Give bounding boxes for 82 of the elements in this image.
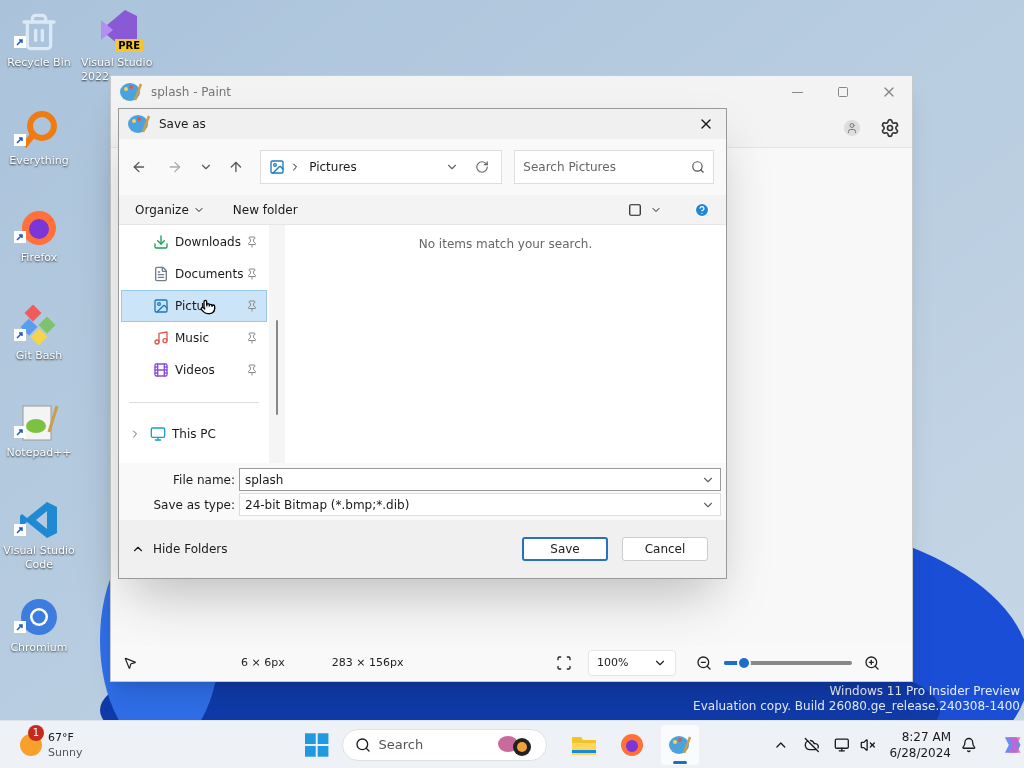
shortcut-arrow-icon <box>14 133 26 146</box>
navigation-item[interactable]: Videos <box>121 354 267 386</box>
notification-bell-icon[interactable] <box>961 736 977 753</box>
search-icon <box>354 736 371 753</box>
download-icon <box>153 234 169 250</box>
dialog-button[interactable]: Save <box>522 537 608 561</box>
weather-temperature[interactable]: 67°F <box>48 729 83 745</box>
navigation-item[interactable]: Documents <box>121 258 267 290</box>
this-pc-item[interactable]: This PC <box>119 419 269 449</box>
picture-icon <box>269 159 286 175</box>
zoom-slider[interactable] <box>724 656 852 670</box>
start-button-icon[interactable] <box>305 732 329 757</box>
file-name-label: File name: <box>172 471 236 489</box>
pin-icon <box>246 332 258 344</box>
view-icon[interactable] <box>628 202 642 217</box>
paint-palette-icon <box>119 80 143 104</box>
window-title: splash - Paint <box>151 84 232 101</box>
monitor-icon <box>150 426 166 442</box>
code-editor-icon <box>19 499 59 540</box>
pointer-icon <box>123 656 137 670</box>
active-indicator <box>673 760 687 764</box>
dialog-button[interactable]: Cancel <box>622 537 708 561</box>
hide-folders-button[interactable]: Hide Folders <box>131 540 228 558</box>
shortcut-arrow-icon <box>14 36 26 48</box>
file-type-dropdown[interactable]: 24-bit Bitmap (*.bmp;*.dib) <box>239 493 721 516</box>
cloud-off-icon[interactable] <box>803 736 820 753</box>
document-icon <box>153 266 169 282</box>
clock-date[interactable]: 6/28/2024 <box>889 744 951 761</box>
navigation-item[interactable]: Downloads <box>121 226 267 258</box>
shortcut-arrow-icon <box>14 426 26 438</box>
empty-message: No items match your search. <box>418 236 593 251</box>
pin-icon <box>246 364 258 376</box>
shortcut-arrow-icon <box>14 523 26 536</box>
weather-condition[interactable]: Sunny <box>48 744 83 760</box>
picture-icon <box>153 298 169 314</box>
canvas-size: 283 × 156px <box>331 654 404 671</box>
dialog-title: Save as <box>159 116 206 133</box>
fit-to-window-icon[interactable] <box>556 655 572 671</box>
selection-size: 6 × 6px <box>241 654 285 671</box>
film-icon <box>153 362 169 378</box>
back-icon[interactable] <box>131 159 147 175</box>
taskbar-search-input[interactable]: Search <box>378 734 469 755</box>
new-folder-button[interactable]: New folder <box>232 200 298 219</box>
account-icon[interactable] <box>844 119 860 136</box>
zoom-out-icon[interactable] <box>696 655 712 671</box>
taskbar-app-button[interactable] <box>661 724 699 765</box>
address-text: Pictures <box>309 159 357 176</box>
search-input[interactable]: Search Pictures <box>523 158 691 176</box>
pin-icon <box>246 268 258 280</box>
pin-icon <box>246 300 258 312</box>
firefox-icon <box>620 732 644 757</box>
minimize-icon <box>791 91 803 93</box>
pre-badge: PRE <box>115 39 143 52</box>
notification-badge: 1 <box>28 724 44 741</box>
file-name-field[interactable]: splash <box>239 468 721 491</box>
notepad-icon <box>19 402 59 442</box>
slider-thumb[interactable] <box>737 656 752 670</box>
organize-button[interactable]: Organize <box>135 200 205 219</box>
save-as-type-label: Save as type: <box>152 496 236 514</box>
maximize-icon <box>837 86 849 98</box>
search-icon <box>691 160 705 174</box>
refresh-icon[interactable] <box>475 160 490 174</box>
paint-palette-icon <box>127 112 151 136</box>
chromium-icon <box>19 597 59 637</box>
speaker-muted-icon[interactable] <box>859 736 876 753</box>
watermark-text: Windows 11 Pro Insider Preview Evaluation copy. Build 26080.ge_release.240308-1400 <box>693 684 1020 714</box>
zoom-in-icon[interactable] <box>864 655 880 671</box>
shortcut-arrow-icon <box>14 328 26 341</box>
navigation-item[interactable]: Music <box>121 322 267 354</box>
help-icon[interactable] <box>694 201 710 218</box>
monitor-icon[interactable] <box>834 736 850 753</box>
file-name-input[interactable]: splash <box>245 470 701 489</box>
settings-icon[interactable] <box>880 117 900 138</box>
music-icon <box>153 330 169 346</box>
search-field[interactable]: Search Pictures <box>514 150 714 184</box>
address-bar[interactable]: Pictures <box>260 150 503 184</box>
zoom-dropdown[interactable]: 100% <box>588 650 676 676</box>
clock-time[interactable]: 8:27 AM <box>901 728 951 745</box>
shortcut-arrow-icon <box>14 621 26 633</box>
pin-icon <box>246 236 258 248</box>
taskbar-search-field[interactable]: Search <box>341 728 547 761</box>
shortcut-arrow-icon <box>14 231 26 243</box>
